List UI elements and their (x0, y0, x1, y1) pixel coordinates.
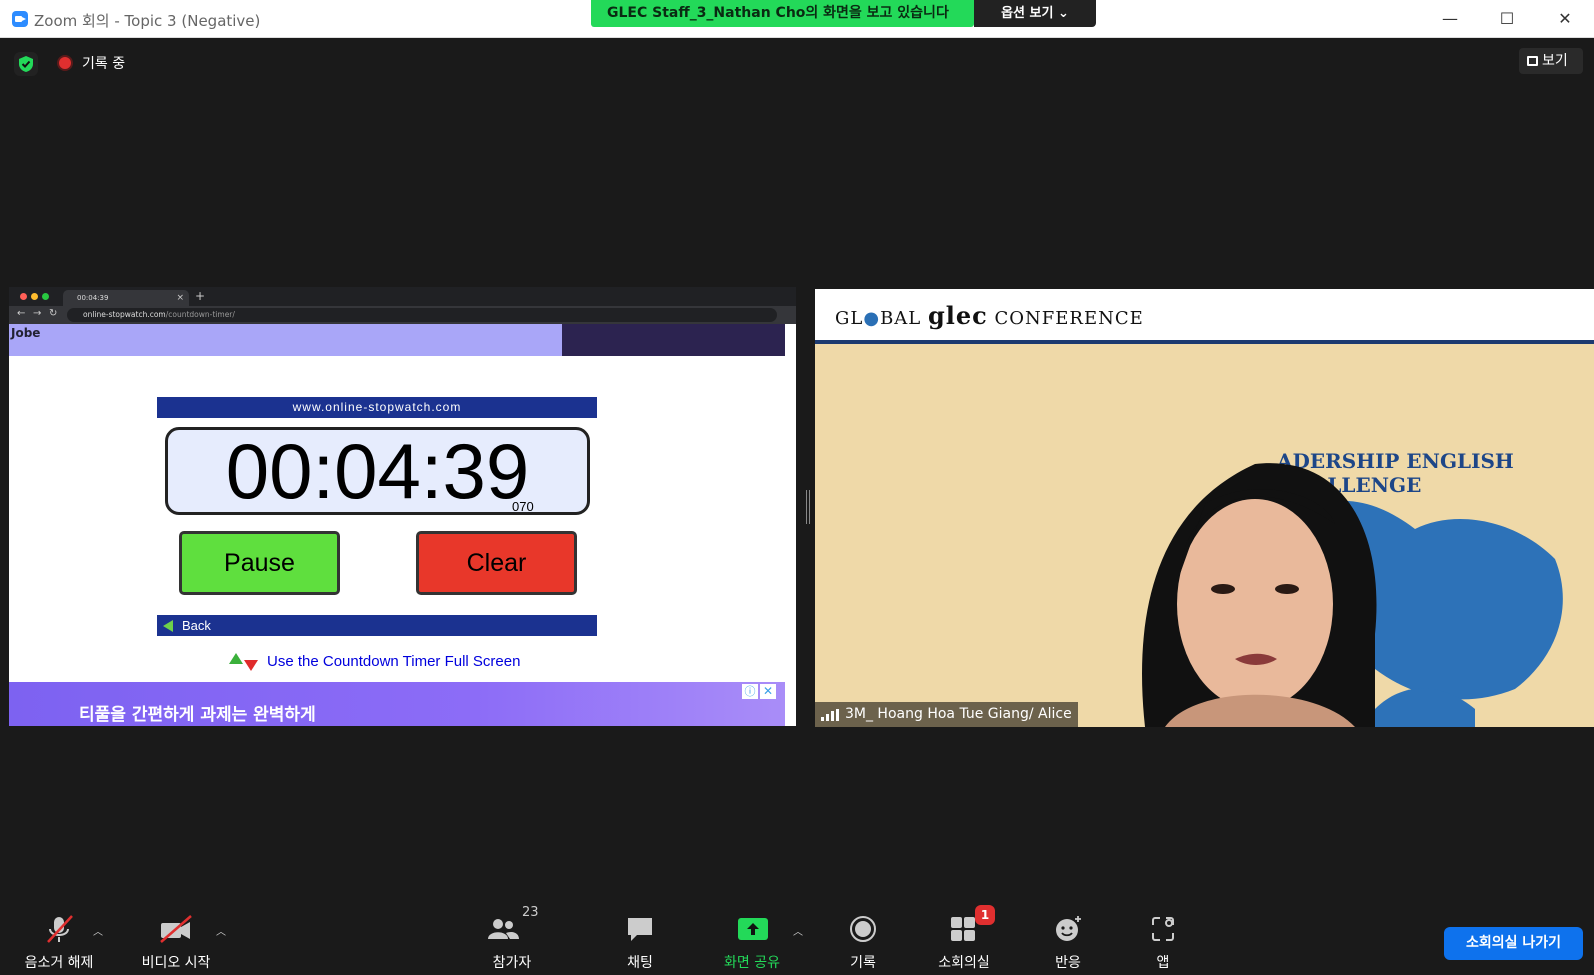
close-button[interactable]: ✕ (1545, 6, 1585, 32)
video-off-icon (160, 915, 192, 943)
unmute-label: 음소거 해제 (24, 955, 94, 971)
participants-button[interactable]: 23 참가자 (472, 905, 552, 975)
countdown-display: 00:04:39 070 (165, 427, 590, 515)
viewing-share-banner: GLEC Staff_3_Nathan Cho의 화면을 보고 있습니다 (591, 0, 974, 27)
url-field[interactable]: online-stopwatch.com/countdown-timer/ (67, 308, 777, 322)
reactions-label: 반응 (1055, 955, 1081, 971)
record-label: 기록 (850, 955, 876, 971)
record-button[interactable]: 기록 (828, 907, 898, 975)
chat-button[interactable]: 채팅 (605, 907, 675, 975)
tab-close-icon[interactable]: × (176, 290, 184, 306)
down-arrow-icon (244, 660, 258, 671)
top-ad-banner[interactable]: Jobe (9, 324, 785, 356)
new-tab-icon[interactable]: + (195, 289, 205, 303)
traffic-light-close-icon[interactable] (20, 293, 27, 300)
audio-options-chevron-up-icon[interactable]: ︿ (93, 923, 103, 938)
breakout-badge: 1 (975, 905, 995, 925)
unmute-button[interactable]: 음소거 해제 (14, 907, 104, 975)
video-options-chevron-up-icon[interactable]: ︿ (216, 923, 226, 938)
minimize-button[interactable]: — (1430, 6, 1470, 32)
timer-milliseconds: 070 (512, 499, 534, 514)
url-path: /countdown-timer/ (165, 310, 235, 319)
forward-arrow-icon[interactable]: → (33, 308, 41, 319)
tab-title: 00:04:39 (77, 294, 109, 302)
view-button[interactable]: 보기 (1519, 48, 1583, 74)
bottom-ad-text: 티풀을 간편하게 과제는 완벽하게 (79, 705, 316, 725)
breakout-rooms-button[interactable]: 1 소회의실 (924, 905, 1004, 975)
participants-label: 참가자 (492, 955, 532, 971)
browser-address-bar: ← → ↻ online-stopwatch.com/countdown-tim… (9, 306, 796, 324)
recording-label: 기록 중 (82, 56, 126, 72)
zoom-window: Zoom 회의 - Topic 3 (Negative) — ☐ ✕ GLEC … (0, 0, 1594, 975)
participant-video[interactable]: GL●BAL glec CONFERENCE ADERSHIP ENGLISH … (815, 289, 1594, 727)
url-host: online-stopwatch.com (83, 310, 166, 319)
view-options-button[interactable]: 옵션 보기 ⌄ (974, 0, 1096, 27)
share-screen-icon (738, 918, 768, 940)
start-video-button[interactable]: 비디오 시작 (131, 907, 221, 975)
meeting-toolbar: 음소거 해제 ︿ 비디오 시작 ︿ 23 참가자 채팅 화면 공유 ︿ 기록 1 (0, 905, 1594, 975)
recording-icon (59, 57, 71, 69)
participant-name: 3M_ Hoang Hoa Tue Giang/ Alice (845, 706, 1072, 722)
participant-name-tag: 3M_ Hoang Hoa Tue Giang/ Alice (815, 702, 1078, 727)
bottom-ad-banner[interactable]: 티풀을 간편하게 과제는 완벽하게 ⓘ ✕ (9, 682, 785, 726)
apps-button[interactable]: 앱 (1133, 907, 1193, 975)
view-label: 보기 (1542, 53, 1568, 69)
shared-screen: 00:04:39 × + ← → ↻ online-stopwatch.com/c… (9, 287, 796, 726)
apps-label: 앱 (1156, 955, 1170, 971)
reactions-button[interactable]: 반응 (1033, 907, 1103, 975)
chat-label: 채팅 (627, 955, 653, 971)
browser-tab[interactable]: 00:04:39 × (63, 290, 189, 306)
share-screen-button[interactable]: 화면 공유 (712, 907, 792, 975)
grid-icon (1527, 56, 1538, 66)
top-ad-image (562, 324, 785, 356)
video-label: 비디오 시작 (141, 955, 211, 971)
split-view-handle[interactable] (806, 490, 810, 524)
participants-icon (488, 919, 519, 939)
signal-bars-icon (821, 709, 839, 721)
traffic-light-zoom-icon[interactable] (42, 293, 49, 300)
back-arrow-icon (163, 620, 173, 632)
traffic-light-minimize-icon[interactable] (31, 293, 38, 300)
window-title: Zoom 회의 - Topic 3 (Negative) (34, 12, 261, 30)
up-arrow-icon (229, 653, 243, 664)
participant-person (1142, 463, 1377, 727)
maximize-button[interactable]: ☐ (1487, 6, 1527, 32)
smiley-icon (1056, 916, 1081, 941)
share-options-chevron-up-icon[interactable]: ︿ (793, 923, 803, 938)
record-icon (850, 916, 876, 942)
ad-info-icon[interactable]: ⓘ (742, 684, 758, 699)
back-arrow-icon[interactable]: ← (17, 308, 25, 319)
security-shield-icon[interactable] (14, 52, 38, 76)
browser-tab-bar: 00:04:39 × + (9, 287, 796, 306)
ad-close-icon[interactable]: ✕ (760, 684, 776, 699)
site-name-bar: www.online-stopwatch.com (157, 397, 597, 418)
back-label: Back (182, 618, 211, 633)
top-ad-text: Jobe (11, 326, 41, 340)
back-link[interactable]: Back (157, 615, 597, 636)
apps-icon (1152, 917, 1174, 941)
leave-breakout-room-button[interactable]: 소회의실 나가기 (1444, 927, 1583, 960)
participants-count: 23 (522, 905, 539, 920)
pause-button[interactable]: Pause (179, 531, 340, 595)
chat-icon (628, 918, 652, 941)
reload-icon[interactable]: ↻ (49, 308, 57, 319)
fullscreen-link[interactable]: Use the Countdown Timer Full Screen (227, 649, 520, 675)
zoom-app-icon (12, 11, 28, 27)
fullscreen-link-label: Use the Countdown Timer Full Screen (267, 653, 521, 670)
clear-button[interactable]: Clear (416, 531, 577, 595)
share-screen-label: 화면 공유 (724, 955, 780, 971)
breakout-label: 소회의실 (938, 955, 990, 971)
muted-mic-icon (47, 915, 73, 943)
